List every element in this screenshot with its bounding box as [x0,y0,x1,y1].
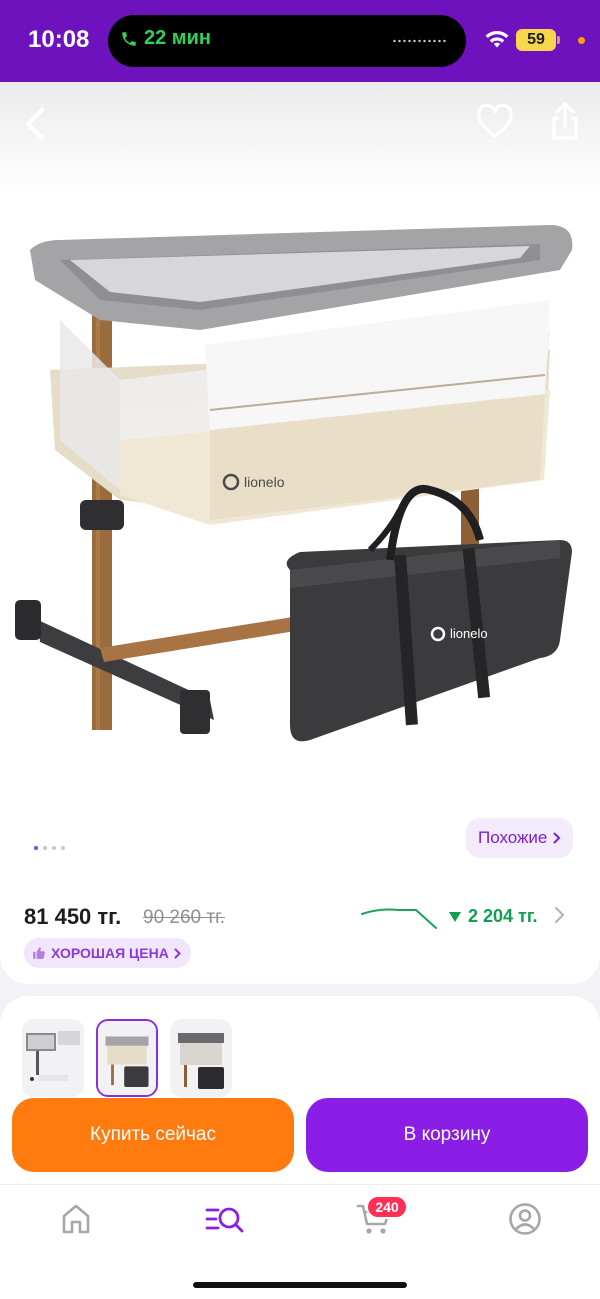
add-to-cart-button[interactable]: В корзину [306,1098,588,1172]
price-drop[interactable]: 2 204 тг. [448,906,538,927]
good-price-badge[interactable]: ХОРОШАЯ ЦЕНА [24,938,191,968]
price-card: 81 450 тг. 90 260 тг. 2 204 тг. ХОРОШАЯ … [0,882,600,984]
down-triangle-icon [449,911,461,922]
back-arrow-icon[interactable] [20,104,52,144]
old-price: 90 260 тг. [143,907,225,928]
catalog-search-icon[interactable] [205,1202,245,1236]
chevron-right-icon [553,832,561,844]
home-icon[interactable] [60,1202,92,1236]
call-duration: 22 мин [144,27,211,49]
variant-gray-image [22,1019,84,1097]
crib-brand-logo: lionelo [244,474,285,490]
home-indicator[interactable] [193,1282,407,1288]
similar-button[interactable]: Похожие [466,818,574,858]
price-trend-chart[interactable] [360,902,440,932]
share-icon[interactable] [546,100,584,144]
variant-thumbnail[interactable] [170,1019,232,1097]
status-time: 10:08 [28,26,90,53]
pager-dot [61,846,65,850]
privacy-indicator [578,37,585,44]
heart-icon[interactable] [476,104,514,140]
variant-thumbnail[interactable] [22,1019,84,1097]
thumbs-up-icon [33,947,45,959]
chevron-right-icon [174,948,181,958]
bag-brand-logo: lionelo [450,626,488,641]
crib-body: lionelo [30,225,573,525]
price-drop-amount: 2 204 тг. [468,906,538,926]
similar-label: Похожие [478,828,548,847]
variant-thumbnail-selected[interactable] [96,1019,158,1097]
wifi-icon [485,30,509,48]
buy-now-button[interactable]: Купить сейчас [12,1098,294,1172]
battery-icon: 59 [516,29,560,51]
current-price: 81 450 тг. [24,904,122,929]
profile-icon[interactable] [508,1202,542,1236]
phone-icon [122,31,136,46]
audio-wave-icon [392,39,448,43]
variant-beige-image [98,1021,156,1095]
good-price-label: ХОРОШАЯ ЦЕНА [51,945,169,961]
chevron-right-icon[interactable] [554,906,566,924]
gallery-pager [34,846,65,850]
pager-dot [52,846,56,850]
pager-dot [43,846,47,850]
cart-count-badge: 240 [366,1195,408,1219]
call-indicator[interactable]: 22 мин [120,27,211,50]
battery-level: 59 [527,31,545,48]
variant-dark-image [170,1019,232,1097]
pager-dot [34,846,38,850]
carry-bag: lionelo [286,484,572,742]
product-image[interactable]: lionelo lionelo [0,180,600,800]
